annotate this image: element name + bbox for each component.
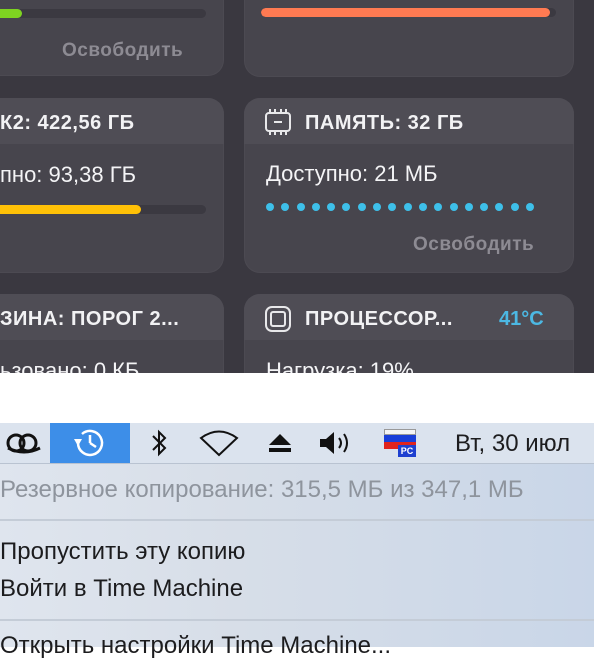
dot: [434, 203, 443, 211]
dot: [266, 203, 274, 211]
menu-bar-clock[interactable]: Вт, 30 июл: [455, 430, 570, 458]
cpu-icon: [265, 306, 291, 332]
backup-status: Резервное копирование: 315,5 МБ из 347,1…: [0, 476, 524, 503]
memory-chip-icon: [265, 109, 291, 135]
input-source-flag-icon[interactable]: PC: [380, 423, 420, 463]
enter-time-machine-item[interactable]: Войти в Time Machine: [0, 575, 243, 603]
disk-progress-fill: [0, 205, 142, 214]
card-top-right: [244, 0, 574, 77]
dot: [495, 203, 504, 211]
dot: [388, 203, 397, 211]
memory-free-button[interactable]: Освободить: [413, 234, 534, 256]
menu-separator: [0, 519, 594, 521]
trash-title: ЗИНА: ПОРОГ 2...: [0, 308, 180, 330]
disk-title: К2: 422,56 ГБ: [0, 112, 135, 134]
eject-icon[interactable]: [262, 423, 298, 463]
dot: [296, 203, 305, 211]
cpu-temperature: 41°C: [499, 308, 544, 330]
dot: [327, 203, 336, 211]
dot: [357, 203, 366, 211]
dot: [480, 203, 489, 211]
progress-fill: [0, 9, 23, 18]
creative-cloud-icon[interactable]: [0, 423, 48, 463]
trash-used: ьзовано: 0 КБ: [0, 358, 140, 373]
dot: [510, 203, 519, 211]
open-time-machine-prefs-item[interactable]: Открыть настройки Time Machine...: [0, 632, 391, 660]
input-source-badge: PC: [398, 445, 416, 457]
disk-available: пно: 93,38 ГБ: [0, 162, 137, 187]
dot: [403, 203, 412, 211]
cpu-title: ПРОЦЕССОР...: [305, 308, 453, 330]
memory-usage-dots: [266, 203, 535, 211]
free-button[interactable]: Освободить: [62, 40, 183, 62]
menu-bar: PC Вт, 30 июл: [0, 423, 594, 464]
menu-separator: [0, 619, 594, 621]
skip-backup-item[interactable]: Пропустить эту копию: [0, 538, 245, 566]
time-machine-menu: Резервное копирование: 315,5 МБ из 347,1…: [0, 464, 594, 659]
dot: [526, 203, 535, 211]
dot: [373, 203, 382, 211]
dot: [449, 203, 458, 211]
cleaner-panel: Освободить К2: 422,56 ГБ пно: 93,38 ГБ П…: [0, 0, 594, 373]
bluetooth-icon[interactable]: [140, 423, 178, 463]
dot: [464, 203, 473, 211]
progress-fill: [261, 8, 551, 17]
progress-bar: [0, 9, 206, 18]
disk-progress-bar: [0, 205, 206, 214]
progress-bar: [261, 8, 556, 17]
time-machine-icon[interactable]: [50, 423, 130, 463]
dot: [281, 203, 290, 211]
card-top-left: Освободить: [0, 0, 224, 76]
volume-icon[interactable]: [314, 423, 358, 463]
dot: [418, 203, 427, 211]
cpu-load: Нагрузка: 19%: [266, 358, 414, 373]
dot: [342, 203, 351, 211]
dot: [311, 203, 320, 211]
wifi-icon[interactable]: [195, 423, 243, 463]
memory-available: Доступно: 21 МБ: [266, 161, 438, 186]
memory-title: ПАМЯТЬ: 32 ГБ: [305, 112, 464, 134]
